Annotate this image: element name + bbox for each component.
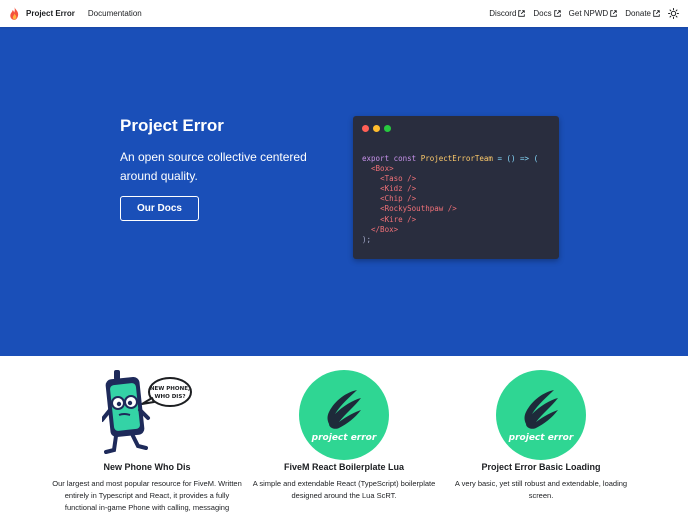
feature-title: Project Error Basic Loading — [481, 462, 601, 472]
project-error-logo-image: project error — [299, 370, 389, 460]
feature-title: New Phone Who Dis — [103, 462, 191, 472]
code-tag: </Box> — [371, 224, 399, 234]
logo-wordmark: project error — [508, 433, 574, 443]
external-link-icon — [553, 10, 561, 17]
code-operator: = () => ( — [492, 154, 539, 163]
code-tag: <Taso /> — [380, 174, 417, 184]
feature-new-phone-who-dis: NEW PHONE, WHO DIS? New Phone Who Dis Ou… — [47, 370, 247, 512]
feature-description: Our largest and most popular resource fo… — [52, 479, 242, 512]
brand-home-link[interactable]: Project Error — [9, 7, 75, 20]
code-keyword: export const — [362, 154, 421, 163]
feature-fivem-react-boilerplate: project error FiveM React Boilerplate Lu… — [244, 370, 444, 502]
speech-line-1: NEW PHONE, — [150, 386, 190, 392]
code-snippet: export const ProjectErrorTeam = () => ( … — [362, 154, 538, 245]
external-link-icon — [610, 10, 617, 17]
nav-link-docs[interactable]: Docs — [533, 9, 561, 18]
feature-description: A simple and extendable React (TypeScrip… — [252, 479, 436, 500]
logo-wordmark: project error — [311, 433, 377, 443]
our-docs-button[interactable]: Our Docs — [120, 196, 199, 221]
brand-title: Project Error — [26, 9, 75, 18]
hero-subtitle: An open source collective centered aroun… — [120, 150, 307, 183]
window-close-dot — [362, 125, 369, 132]
nav-link-documentation[interactable]: Documentation — [88, 9, 142, 18]
nav-right-group: Discord Docs Get NPWD Donate — [481, 8, 679, 19]
external-link-icon — [518, 10, 526, 17]
nav-link-donate[interactable]: Donate — [625, 9, 660, 18]
speech-line-2: WHO DIS? — [154, 394, 185, 400]
window-maximize-dot — [384, 125, 391, 132]
code-window: export const ProjectErrorTeam = () => ( … — [353, 116, 559, 259]
code-tag: <Chip /> — [380, 194, 417, 204]
code-tag: <Kidz /> — [380, 184, 417, 194]
feature-title: FiveM React Boilerplate Lua — [283, 462, 405, 472]
code-tag: <RockySouthpaw /> — [380, 204, 457, 214]
code-end: ); — [362, 234, 372, 244]
window-minimize-dot — [373, 125, 380, 132]
code-tag: <Kire /> — [380, 214, 417, 224]
nav-link-label: Donate — [625, 9, 651, 18]
nav-link-label: Get NPWD — [568, 9, 609, 18]
nav-link-label: Docs — [533, 9, 552, 18]
feature-description: A very basic, yet still robust and exten… — [454, 479, 628, 500]
nav-link-label: Discord — [489, 9, 517, 18]
code-function-name: ProjectErrorTeam — [420, 154, 493, 163]
hero-title: Project Error — [120, 116, 224, 135]
nav-link-discord[interactable]: Discord — [489, 9, 526, 18]
external-link-icon — [653, 10, 660, 17]
nav-link-get-npwd[interactable]: Get NPWD — [569, 9, 618, 18]
phone-mascot-image: NEW PHONE, WHO DIS? — [102, 370, 192, 454]
feature-basic-loading: project error Project Error Basic Loadin… — [441, 370, 641, 502]
sun-icon[interactable] — [668, 8, 679, 19]
flame-logo-icon — [10, 7, 19, 20]
project-error-logo-image: project error — [496, 370, 586, 460]
code-tag: <Box> — [371, 164, 394, 174]
navbar: Project Error Documentation Discord Docs… — [0, 0, 688, 27]
hero-banner: Project Error An open source collective … — [0, 27, 688, 356]
